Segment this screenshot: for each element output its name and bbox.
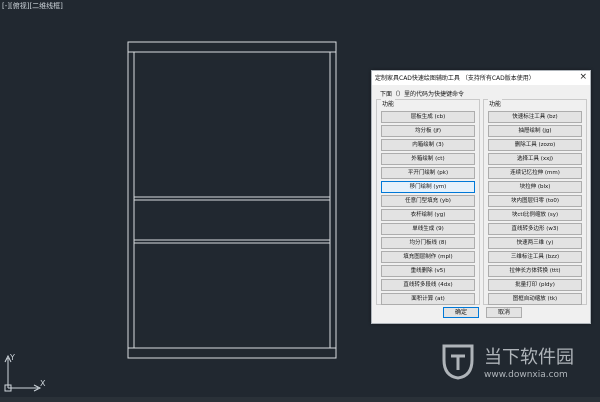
tool-button[interactable]: 面积计算 (at) (381, 293, 475, 305)
tool-button[interactable]: 块内图层归零 (to0) (488, 195, 582, 207)
tool-button[interactable]: 衣杆绘制 (yg) (381, 209, 475, 221)
tool-button[interactable]: 均分门板线 (8) (381, 237, 475, 249)
tool-button[interactable]: 连续记忆拉伸 (mm) (488, 167, 582, 179)
close-icon[interactable]: × (579, 72, 587, 83)
ucs-y-label: Y (9, 353, 15, 362)
tool-button-hovered[interactable]: 移门绘制 (ym) (381, 181, 475, 193)
dialog-titlebar[interactable]: 定制家具CAD快速绘图辅助工具 （支持所有CAD版本使用） × (372, 71, 590, 85)
tool-dialog: 定制家具CAD快速绘图辅助工具 （支持所有CAD版本使用） × 下面（）里的代码… (371, 70, 591, 324)
watermark-brand: 当下软件园 (484, 347, 574, 368)
watermark-logo-icon (442, 344, 474, 380)
tool-button[interactable]: 批量打印 (pldy) (488, 279, 582, 291)
tool-button[interactable]: 填充图层制作 (mpl) (381, 251, 475, 263)
tool-button[interactable]: 内箱绘制 (3) (381, 139, 475, 151)
tool-button[interactable]: 直线转多边形 (w3) (488, 223, 582, 235)
group-right-label: 功能 (488, 99, 503, 108)
tool-button[interactable]: 层板生成 (cb) (381, 111, 475, 123)
tool-button[interactable]: 快速标注工具 (bz) (488, 111, 582, 123)
tool-button[interactable]: 删除工具 (zozo) (488, 139, 582, 151)
tool-button[interactable]: 任意门型填充 (yb) (381, 195, 475, 207)
tool-button[interactable]: 三维标注工具 (bzz) (488, 251, 582, 263)
cancel-button[interactable]: 取消 (486, 307, 522, 318)
tool-button[interactable]: 单线生成 (9) (381, 223, 475, 235)
tool-button[interactable]: 外箱绘制 (ct) (381, 153, 475, 165)
tool-button[interactable]: 抽屉绘制 (jg) (488, 125, 582, 137)
tool-button[interactable]: 直线转多段线 (4dx) (381, 279, 475, 291)
tool-button[interactable]: 均分板 (jf) (381, 125, 475, 137)
tool-button[interactable]: 图框自动缩放 (tk) (488, 293, 582, 305)
tool-button[interactable]: 快速两三维 (y) (488, 237, 582, 249)
tool-button[interactable]: 重线删除 (v5) (381, 265, 475, 277)
tool-button[interactable]: 选择工具 (xxj) (488, 153, 582, 165)
tool-button[interactable]: 拉伸长方体转换 (ttt) (488, 265, 582, 277)
shortcut-tip: 下面（）里的代码为快捷键命令 (380, 91, 465, 98)
tool-button[interactable]: 块ctl比例缩放 (sy) (488, 209, 582, 221)
ucs-x-label: X (40, 379, 46, 388)
ok-button[interactable]: 确定 (443, 307, 479, 318)
watermark-url: www.downxia.com (484, 370, 568, 380)
bottom-status-strip (0, 397, 600, 402)
group-left-label: 功能 (381, 99, 396, 108)
dialog-title: 定制家具CAD快速绘图辅助工具 （支持所有CAD版本使用） (375, 75, 535, 82)
ucs-icon: Y X (4, 353, 46, 392)
tool-button[interactable]: 块拉伸 (blx) (488, 181, 582, 193)
tool-button[interactable]: 平开门绘制 (pk) (381, 167, 475, 179)
